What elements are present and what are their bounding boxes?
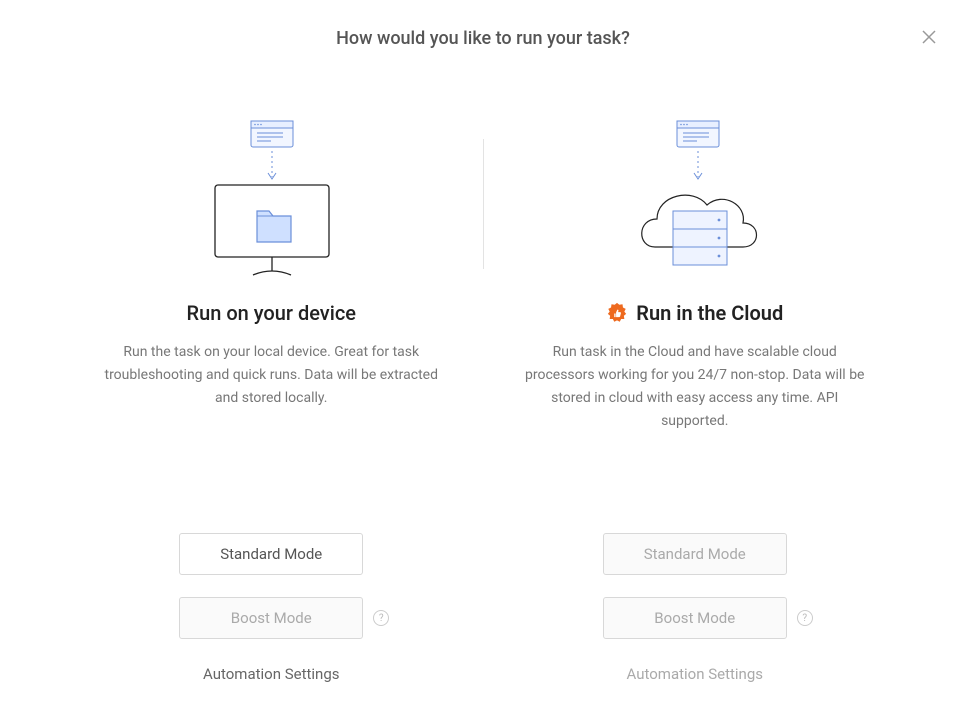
modal-title: How would you like to run your task? <box>0 28 966 49</box>
device-illustration <box>191 119 351 279</box>
device-title: Run on your device <box>187 301 356 325</box>
cloud-title: Run in the Cloud <box>636 301 783 325</box>
device-boost-help-icon[interactable]: ? <box>373 610 389 626</box>
device-boost-row: Boost Mode ? <box>179 597 363 639</box>
modal-container: How would you like to run your task? <box>0 0 966 712</box>
cloud-standard-row: Standard Mode <box>603 533 787 575</box>
cloud-boost-help-icon[interactable]: ? <box>797 610 813 626</box>
device-option: Run on your device Run the task on your … <box>60 119 483 683</box>
cloud-option: Run in the Cloud Run task in the Cloud a… <box>484 119 907 683</box>
close-button[interactable] <box>920 28 938 46</box>
cloud-boost-row: Boost Mode ? <box>603 597 787 639</box>
cloud-automation-link[interactable]: Automation Settings <box>627 665 764 683</box>
cloud-boost-button[interactable]: Boost Mode <box>603 597 787 639</box>
device-boost-button[interactable]: Boost Mode <box>179 597 363 639</box>
options-row: Run on your device Run the task on your … <box>0 119 966 683</box>
device-automation-link[interactable]: Automation Settings <box>203 665 340 683</box>
cloud-description: Run task in the Cloud and have scalable … <box>524 341 867 433</box>
modal-header: How would you like to run your task? <box>0 0 966 49</box>
cloud-title-row: Run in the Cloud <box>606 301 783 325</box>
device-description: Run the task on your local device. Great… <box>100 341 443 410</box>
device-buttons: Standard Mode Boost Mode ? Automation Se… <box>179 433 363 683</box>
device-title-row: Run on your device <box>187 301 356 325</box>
close-icon <box>922 30 936 44</box>
cloud-standard-button[interactable]: Standard Mode <box>603 533 787 575</box>
device-standard-button[interactable]: Standard Mode <box>179 533 363 575</box>
device-standard-row: Standard Mode <box>179 533 363 575</box>
cloud-illustration <box>615 119 775 279</box>
thumbs-up-icon <box>606 302 628 324</box>
cloud-buttons: Standard Mode Boost Mode ? Automation Se… <box>603 433 787 683</box>
